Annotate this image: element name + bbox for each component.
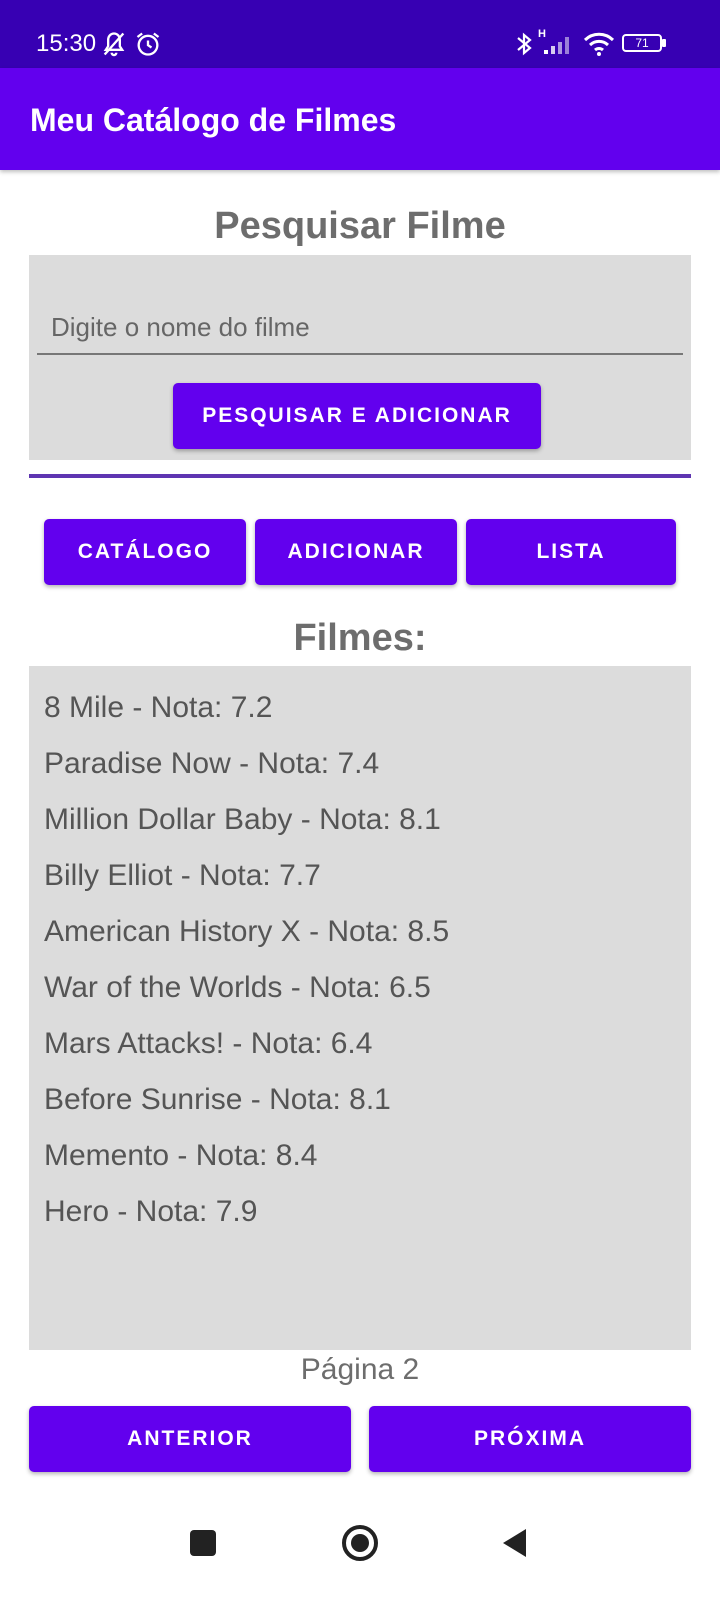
battery-level: 71 <box>635 36 649 50</box>
tab-catalogo[interactable]: CATÁLOGO <box>44 519 246 585</box>
previous-page-button[interactable]: ANTERIOR <box>29 1406 351 1472</box>
alarm-icon <box>136 32 160 56</box>
signal-icon <box>544 37 569 54</box>
list-item[interactable]: Mars Attacks! - Nota: 6.4 <box>44 1022 449 1078</box>
list-item[interactable]: Before Sunrise - Nota: 8.1 <box>44 1078 449 1134</box>
bell-off-icon <box>103 32 125 57</box>
movies-heading: Filmes: <box>293 617 427 659</box>
bluetooth-icon <box>517 32 532 56</box>
tab-lista[interactable]: LISTA <box>466 519 676 585</box>
app-bar: Meu Catálogo de Filmes <box>0 68 720 170</box>
list-item[interactable]: Paradise Now - Nota: 7.4 <box>44 742 449 798</box>
wifi-icon <box>583 32 615 56</box>
battery-tip <box>662 39 666 47</box>
movie-list: 8 Mile - Nota: 7.2 Paradise Now - Nota: … <box>44 686 449 1246</box>
list-item[interactable]: War of the Worlds - Nota: 6.5 <box>44 966 449 1022</box>
list-item[interactable]: Memento - Nota: 8.4 <box>44 1134 449 1190</box>
battery-icon: 71 <box>622 34 662 52</box>
divider <box>29 474 691 478</box>
search-heading: Pesquisar Filme <box>214 205 506 247</box>
back-triangle-icon[interactable] <box>500 1527 530 1559</box>
status-time: 15:30 <box>36 30 97 57</box>
home-circle-icon[interactable] <box>340 1523 380 1563</box>
search-input[interactable] <box>37 301 683 355</box>
movies-panel: 8 Mile - Nota: 7.2 Paradise Now - Nota: … <box>29 666 691 1350</box>
page-label: Página 2 <box>300 1353 420 1386</box>
status-bar: 15:30 H 71 <box>0 0 720 68</box>
list-item[interactable]: Hero - Nota: 7.9 <box>44 1190 449 1246</box>
search-panel: PESQUISAR E ADICIONAR <box>29 255 691 460</box>
search-add-button[interactable]: PESQUISAR E ADICIONAR <box>173 383 541 449</box>
next-page-button[interactable]: PRÓXIMA <box>369 1406 691 1472</box>
list-item[interactable]: Billy Elliot - Nota: 7.7 <box>44 854 449 910</box>
recents-square-icon[interactable] <box>188 1528 218 1558</box>
system-nav-bar <box>0 1500 720 1600</box>
app-title: Meu Catálogo de Filmes <box>30 102 397 138</box>
list-item[interactable]: American History X - Nota: 8.5 <box>44 910 449 966</box>
tab-adicionar[interactable]: ADICIONAR <box>255 519 457 585</box>
list-item[interactable]: Million Dollar Baby - Nota: 8.1 <box>44 798 449 854</box>
list-item[interactable]: 8 Mile - Nota: 7.2 <box>44 686 449 742</box>
